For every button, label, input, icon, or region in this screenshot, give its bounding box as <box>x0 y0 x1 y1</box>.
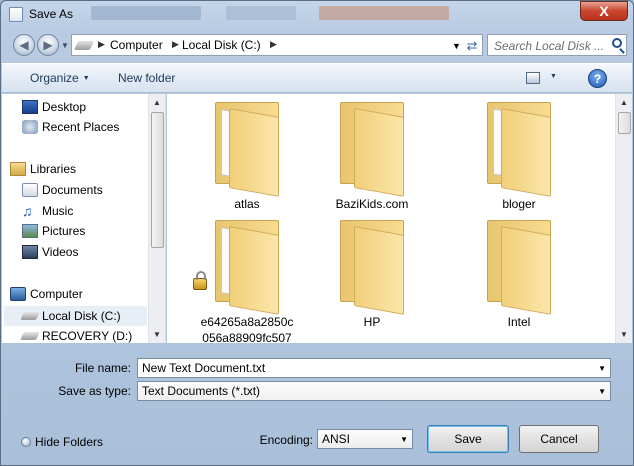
title-bar: Save As X <box>1 1 633 27</box>
nav-item-label: Local Disk (C:) <box>42 309 121 323</box>
videos-icon <box>22 245 38 259</box>
refresh-icon[interactable]: ⇄ <box>462 38 482 54</box>
search-placeholder: Search Local Disk ... <box>494 39 605 53</box>
scroll-up-icon[interactable]: ▲ <box>153 98 161 107</box>
file-name-value: New Text Document.txt <box>142 361 266 375</box>
folder-icon <box>340 220 410 315</box>
folder-icon <box>215 102 285 197</box>
nav-item-label: Pictures <box>42 224 86 238</box>
file-name-label: File name: <box>74 361 131 375</box>
background-window-blur <box>91 6 201 20</box>
search-icon[interactable] <box>612 38 622 48</box>
file-name: bloger <box>502 197 536 211</box>
file-item-atlas[interactable]: atlas <box>177 98 317 228</box>
save-as-type-label: Save as type: <box>58 384 131 398</box>
background-window-blur <box>319 6 449 20</box>
nav-item-label: Documents <box>42 183 103 197</box>
libraries-icon <box>10 162 26 176</box>
save-button[interactable]: Save <box>427 425 509 453</box>
new-folder-button[interactable]: New folder <box>118 71 175 85</box>
change-view-icon[interactable] <box>526 72 540 84</box>
breadcrumb-computer[interactable]: Computer <box>110 38 163 52</box>
nav-item-label: Recent Places <box>42 120 120 134</box>
recent-places-icon <box>22 120 38 134</box>
back-button[interactable]: ◀ <box>13 34 35 56</box>
navigation-pane: Desktop Recent Places Libraries Document… <box>2 94 166 343</box>
file-name: HP <box>363 315 381 329</box>
navigation-scrollbar[interactable]: ▲ ▼ <box>148 94 165 343</box>
pictures-icon <box>22 224 38 238</box>
view-options-dropdown-icon[interactable]: ▼ <box>550 73 557 80</box>
cancel-button[interactable]: Cancel <box>519 425 599 453</box>
documents-icon <box>22 183 38 197</box>
nav-item-label: Music <box>42 204 74 218</box>
chevron-right-icon[interactable]: ▶ <box>98 39 105 50</box>
drive-icon <box>20 332 40 340</box>
chevron-up-icon <box>21 437 31 447</box>
file-item-bloger[interactable]: bloger <box>449 98 589 228</box>
computer-icon <box>10 287 26 301</box>
breadcrumb-local-disk[interactable]: Local Disk (C:) <box>182 38 261 52</box>
chevron-down-icon[interactable]: ▼ <box>598 387 606 396</box>
nav-item-label: Computer <box>30 287 83 301</box>
file-item-bazikids[interactable]: BaziKids.com <box>302 98 442 228</box>
hide-folders-label: Hide Folders <box>35 435 104 449</box>
address-dropdown-icon[interactable]: ▼ <box>452 41 461 51</box>
window-title: Save As <box>29 7 74 21</box>
save-as-type-select[interactable]: Text Documents (*.txt) ▼ <box>137 381 611 401</box>
file-item-intel[interactable]: Intel <box>449 216 589 346</box>
help-icon[interactable]: ? <box>588 69 607 88</box>
nav-item-label: Videos <box>42 245 79 259</box>
file-name: BaziKids.com <box>335 197 409 211</box>
encoding-value: ANSI <box>322 432 351 446</box>
file-list-pane: atlas BaziKids.com bloger e64265a8a2850c… <box>167 94 632 346</box>
file-name-line-1: e64265a8a2850c <box>200 315 294 329</box>
chevron-right-icon[interactable]: ▶ <box>172 39 179 50</box>
folder-icon <box>487 102 557 197</box>
scroll-up-icon[interactable]: ▲ <box>620 98 628 107</box>
encoding-label: Encoding: <box>259 433 313 447</box>
drive-icon <box>73 41 95 50</box>
nav-item-label: Desktop <box>42 100 87 114</box>
command-toolbar: Organize ▼ New folder ▼ ? <box>2 63 632 93</box>
close-button[interactable]: X <box>580 1 628 21</box>
search-input[interactable]: Search Local Disk ... <box>487 34 627 56</box>
save-as-type-value: Text Documents (*.txt) <box>142 384 261 398</box>
notepad-icon <box>9 7 23 22</box>
nav-item-label: Libraries <box>30 162 77 176</box>
file-list-scrollbar[interactable]: ▲ ▼ <box>615 94 632 343</box>
scrollbar-thumb[interactable] <box>618 112 631 134</box>
locked-folder-icon <box>215 220 285 315</box>
folder-icon <box>340 102 410 197</box>
file-item-locked-folder[interactable]: e64265a8a2850c 056a88909fc507 <box>177 216 317 346</box>
lock-icon <box>193 271 207 290</box>
music-icon: ♫ <box>22 203 33 219</box>
encoding-select[interactable]: ANSI ▼ <box>317 429 413 449</box>
scrollbar-thumb[interactable] <box>151 112 164 248</box>
scroll-down-icon[interactable]: ▼ <box>620 330 628 339</box>
file-name: Intel <box>507 315 531 329</box>
address-bar[interactable]: ▶ Computer ▶ Local Disk (C:) ▶ ▼ ⇄ <box>71 34 483 56</box>
file-name-line-2: 056a88909fc507 <box>202 331 292 345</box>
chevron-right-icon[interactable]: ▶ <box>270 39 277 50</box>
desktop-icon <box>22 100 38 114</box>
organize-label: Organize <box>30 71 79 85</box>
nav-item-label: RECOVERY (D:) <box>42 329 133 343</box>
chevron-down-icon[interactable]: ▼ <box>598 364 606 373</box>
background-window-blur <box>226 6 296 20</box>
file-name-field[interactable]: New Text Document.txt ▼ <box>137 358 611 378</box>
file-item-hp[interactable]: HP <box>302 216 442 346</box>
address-toolbar: ◀ ▶ ▼ ▶ Computer ▶ Local Disk (C:) ▶ ▼ ⇄… <box>9 32 627 58</box>
chevron-down-icon: ▼ <box>82 75 90 82</box>
folder-icon <box>487 220 557 315</box>
chevron-down-icon[interactable]: ▼ <box>400 435 408 444</box>
save-as-dialog: Save As X ◀ ▶ ▼ ▶ Computer ▶ Local Disk … <box>0 0 634 466</box>
recent-pages-dropdown-icon[interactable]: ▼ <box>61 41 69 50</box>
file-name: atlas <box>234 197 260 211</box>
scroll-down-icon[interactable]: ▼ <box>153 330 161 339</box>
forward-button[interactable]: ▶ <box>37 34 59 56</box>
organize-button[interactable]: Organize ▼ <box>30 71 90 85</box>
